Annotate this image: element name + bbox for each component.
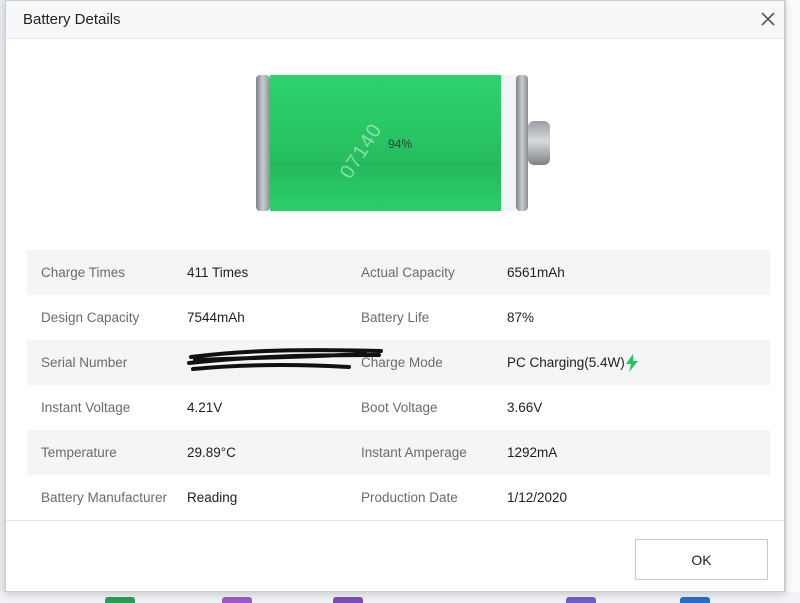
value-production-date: 1/12/2020 [507, 490, 568, 505]
label-temperature: Temperature [41, 445, 117, 460]
background-app-icon [680, 597, 710, 603]
battery-details-dialog: Battery Details 94% 07140 Charge Times 4… [5, 0, 785, 592]
background-app-icon [105, 597, 135, 603]
table-row: Instant Voltage 4.21V Boot Voltage 3.66V [27, 385, 770, 430]
background-app-icon [222, 597, 252, 603]
value-design-capacity: 7544mAh [187, 310, 245, 325]
table-row: Battery Manufacturer Reading Production … [27, 475, 770, 520]
value-instant-amperage: 1292mA [507, 445, 558, 460]
table-row: Design Capacity 7544mAh Battery Life 87% [27, 295, 770, 340]
table-row: Temperature 29.89°C Instant Amperage 129… [27, 430, 770, 475]
close-icon [761, 12, 775, 26]
table-row: Serial Number Charge Mode PC Charging(5.… [27, 340, 770, 385]
value-charge-times: 411 Times [187, 265, 249, 280]
value-actual-capacity: 6561mAh [507, 265, 565, 280]
label-serial-number: Serial Number [41, 355, 128, 370]
label-instant-voltage: Instant Voltage [41, 400, 131, 415]
background-window [785, 0, 800, 603]
footer-divider [6, 520, 784, 521]
close-button[interactable] [754, 5, 782, 33]
ok-button[interactable]: OK [635, 539, 768, 580]
lightning-bolt-icon [626, 354, 638, 372]
value-battery-life: 87% [507, 310, 535, 325]
value-charge-mode: PC Charging(5.4W) [507, 355, 625, 370]
label-actual-capacity: Actual Capacity [361, 265, 455, 280]
label-battery-life: Battery Life [361, 310, 430, 325]
table-row: Charge Times 411 Times Actual Capacity 6… [27, 250, 770, 295]
label-design-capacity: Design Capacity [41, 310, 140, 325]
label-instant-amperage: Instant Amperage [361, 445, 467, 460]
value-temperature: 29.89°C [187, 445, 236, 460]
label-battery-manufacturer: Battery Manufacturer [41, 490, 168, 505]
label-charge-mode: Charge Mode [361, 355, 443, 370]
value-instant-voltage: 4.21V [187, 400, 223, 415]
value-battery-manufacturer: Reading [187, 490, 238, 505]
dialog-titlebar: Battery Details [6, 1, 784, 39]
battery-graphic: 94% [250, 73, 554, 215]
label-boot-voltage: Boot Voltage [361, 400, 438, 415]
background-app-icon [566, 597, 596, 603]
dialog-title: Battery Details [23, 11, 121, 28]
redaction-scribble [187, 348, 383, 371]
battery-details-table: Charge Times 411 Times Actual Capacity 6… [27, 250, 770, 520]
value-boot-voltage: 3.66V [507, 400, 543, 415]
label-production-date: Production Date [361, 490, 458, 505]
label-charge-times: Charge Times [41, 265, 126, 280]
background-app-icon [333, 597, 363, 603]
